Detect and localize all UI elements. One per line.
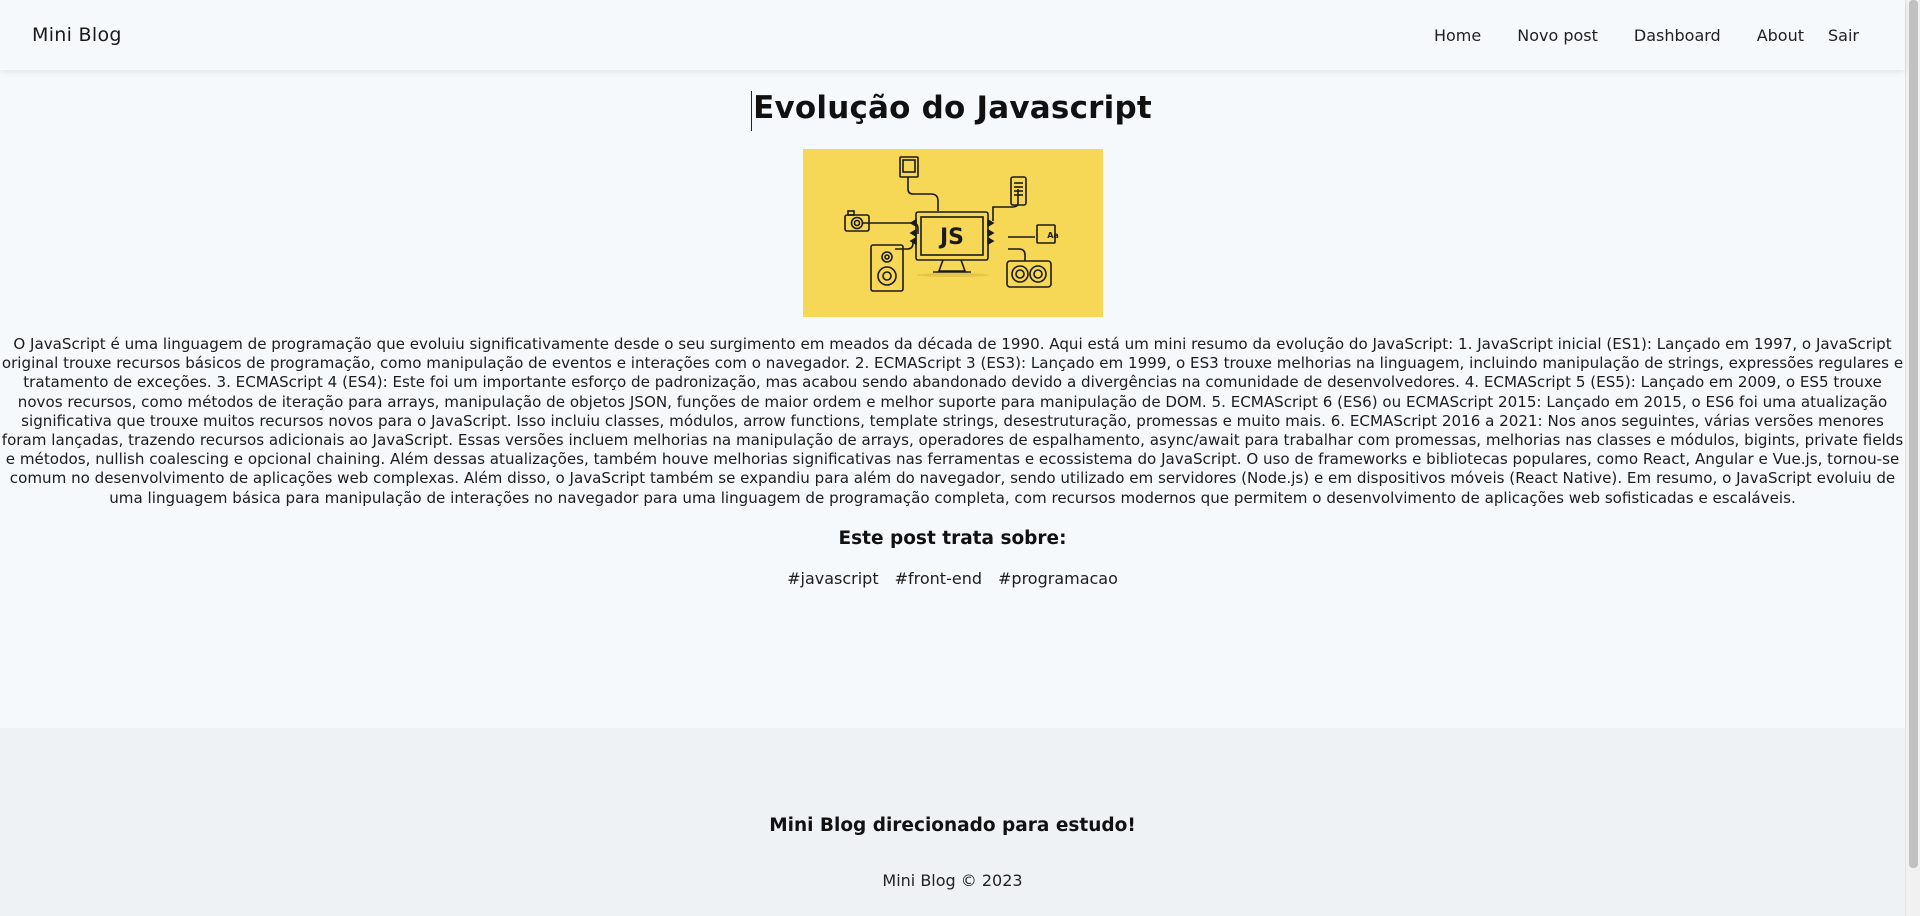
scrollbar-thumb[interactable] bbox=[1909, 0, 1918, 868]
tag-list: #javascript #front-end #programacao bbox=[0, 569, 1905, 588]
footer-copyright: Mini Blog © 2023 bbox=[882, 871, 1023, 890]
js-logo-text: JS bbox=[937, 225, 963, 250]
footer: Mini Blog direcionado para estudo! Mini … bbox=[0, 728, 1905, 916]
post-title-text: Evolução do Javascript bbox=[753, 90, 1152, 126]
text-caret bbox=[751, 91, 753, 131]
post-title: Evolução do Javascript bbox=[751, 90, 1152, 131]
tag-item: #javascript bbox=[787, 568, 879, 588]
post-image: Aa JS bbox=[802, 149, 1103, 317]
page: Mini Blog Home Novo post Dashboard About… bbox=[0, 0, 1905, 916]
nav-link-home[interactable]: Home bbox=[1434, 26, 1481, 45]
svg-text:Aa: Aa bbox=[1047, 231, 1059, 240]
javascript-devices-illustration: Aa JS bbox=[843, 156, 1059, 292]
post-detail: Evolução do Javascript Aa JS O JavaScrip… bbox=[0, 70, 1905, 728]
nav-link-new-post[interactable]: Novo post bbox=[1517, 26, 1598, 45]
tags-heading: Este post trata sobre: bbox=[838, 527, 1067, 549]
nav-link-about[interactable]: About bbox=[1757, 26, 1804, 45]
vertical-scrollbar[interactable] bbox=[1905, 0, 1920, 916]
tag-item: #programacao bbox=[998, 568, 1118, 588]
navbar: Mini Blog Home Novo post Dashboard About… bbox=[0, 0, 1905, 70]
tag-item: #front-end bbox=[894, 568, 982, 588]
brand-logo[interactable]: Mini Blog bbox=[32, 24, 122, 46]
nav-links: Home Novo post Dashboard About Sair bbox=[1398, 26, 1873, 45]
logout-button[interactable]: Sair bbox=[1828, 26, 1859, 45]
post-body: O JavaScript é uma linguagem de programa… bbox=[1, 335, 1904, 507]
footer-title: Mini Blog direcionado para estudo! bbox=[769, 815, 1136, 836]
nav-link-dashboard[interactable]: Dashboard bbox=[1634, 26, 1721, 45]
